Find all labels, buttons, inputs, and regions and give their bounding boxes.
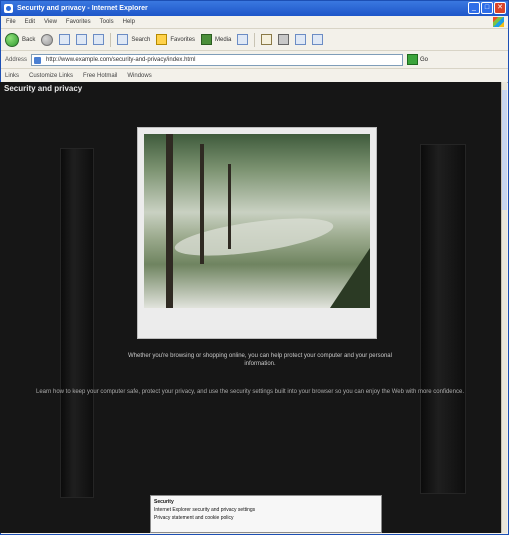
discuss-icon[interactable] — [312, 34, 324, 45]
favorites-button[interactable]: Favorites — [156, 34, 195, 45]
search-label: Search — [131, 36, 151, 43]
menu-help[interactable]: Help — [123, 19, 135, 25]
menu-bar: File Edit View Favorites Tools Help — [1, 16, 508, 29]
media-label: Media — [215, 36, 232, 43]
menu-edit[interactable]: Edit — [25, 19, 35, 25]
print-icon[interactable] — [278, 34, 290, 45]
refresh-icon[interactable] — [76, 34, 88, 45]
toolbar-separator — [110, 32, 112, 47]
toolbar: Back Search Favorites Media — [1, 29, 508, 51]
go-label: Go — [420, 56, 429, 63]
menu-file[interactable]: File — [6, 19, 16, 25]
vertical-scrollbar[interactable] — [501, 82, 507, 533]
address-input[interactable]: http://www.example.com/security-and-priv… — [31, 53, 404, 66]
media-icon — [201, 34, 213, 45]
go-arrow-icon — [407, 54, 419, 65]
forward-button[interactable] — [41, 33, 54, 46]
maximize-button[interactable]: □ — [481, 2, 493, 14]
search-icon — [117, 34, 129, 45]
media-button[interactable]: Media — [201, 34, 231, 45]
toolbar-separator — [254, 32, 256, 47]
page-title: Security and privacy — [4, 84, 83, 93]
menu-view[interactable]: View — [44, 19, 57, 25]
address-bar: Address http://www.example.com/security-… — [1, 51, 508, 69]
forest-path-photo — [144, 134, 370, 308]
popup-link[interactable]: Internet Explorer security and privacy s… — [154, 506, 378, 514]
mail-icon[interactable] — [261, 34, 273, 45]
back-button[interactable]: Back — [5, 32, 36, 47]
title-bar[interactable]: Security and privacy - Internet Explorer… — [1, 1, 508, 16]
decorative-pillar-left — [60, 148, 94, 498]
link-item[interactable]: Customize Links — [29, 73, 73, 79]
link-item[interactable]: Free Hotmail — [83, 73, 117, 79]
back-arrow-icon — [5, 32, 19, 47]
window-title: Security and privacy - Internet Explorer — [17, 5, 148, 12]
windows-logo-icon — [493, 17, 504, 27]
back-label: Back — [22, 36, 36, 43]
go-button[interactable]: Go — [407, 54, 428, 65]
popup-header: Security — [154, 499, 174, 505]
menu-favorites[interactable]: Favorites — [66, 19, 91, 25]
link-item[interactable]: Windows — [127, 73, 151, 79]
page-content: Security and privacy Whether you're brow… — [0, 82, 501, 533]
search-button[interactable]: Search — [117, 34, 150, 45]
scrollbar-thumb[interactable] — [502, 90, 507, 210]
page-description: Learn how to keep your computer safe, pr… — [35, 389, 464, 395]
photo-caption: Whether you're browsing or shopping onli… — [128, 353, 392, 367]
decorative-pillar-right — [420, 144, 466, 494]
browser-icon — [4, 4, 13, 13]
address-label: Address — [5, 56, 28, 63]
links-label: Links — [5, 72, 20, 79]
menu-tools[interactable]: Tools — [100, 19, 114, 25]
popup-link[interactable]: Privacy statement and cookie policy — [154, 514, 378, 522]
home-icon[interactable] — [93, 34, 105, 45]
links-bar: Links Customize Links Free Hotmail Windo… — [1, 69, 508, 83]
edit-icon[interactable] — [295, 34, 307, 45]
minimize-button[interactable]: _ — [468, 2, 480, 14]
favorites-label: Favorites — [170, 36, 196, 43]
hero-photo-frame — [137, 127, 377, 339]
close-button[interactable]: ✕ — [494, 2, 506, 14]
favorites-star-icon — [156, 34, 168, 45]
security-popup[interactable]: Security Internet Explorer security and … — [150, 495, 382, 533]
stop-icon[interactable] — [59, 34, 71, 45]
history-icon[interactable] — [237, 34, 249, 45]
